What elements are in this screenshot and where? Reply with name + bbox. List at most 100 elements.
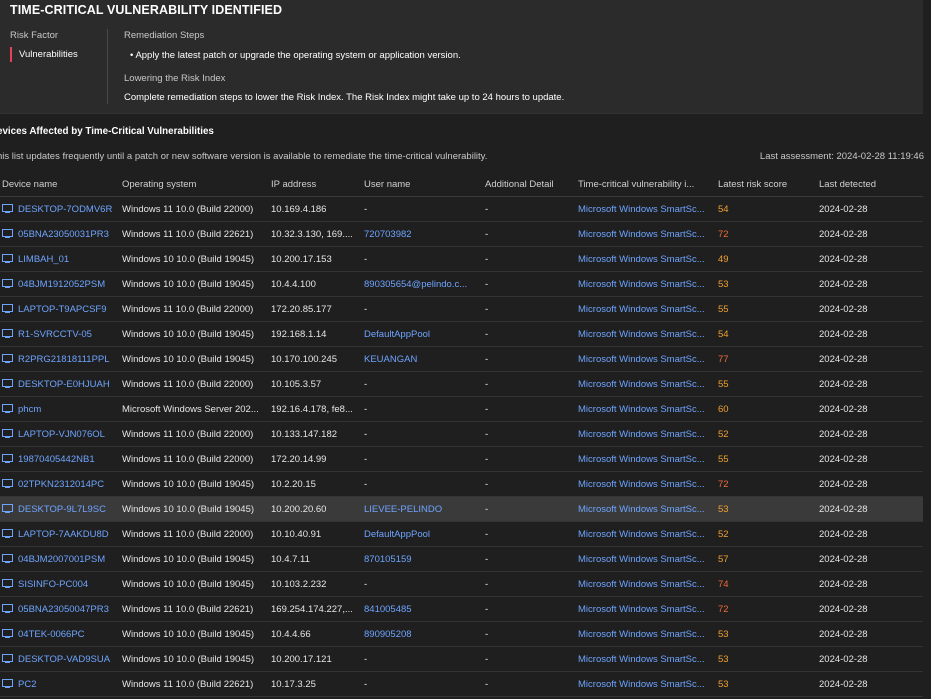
table-row[interactable]: 04BJM1912052PSM Windows 10 10.0 (Build 19… [0,272,923,297]
user-name-cell[interactable]: LIEVEE-PELINDO [364,504,482,515]
table-row[interactable]: R1-SVRCCTV-05 Windows 10 10.0 (Build 1904… [0,322,923,347]
header-risk-score[interactable]: Latest risk score [718,179,787,190]
header-user-name[interactable]: User name [364,179,410,190]
header-operating-system[interactable]: Operating system [122,179,196,190]
additional-detail-cell: - [485,654,489,665]
additional-detail-cell: - [485,579,489,590]
table-row[interactable]: SISINFO-PC004 Windows 10 10.0 (Build 1904… [0,572,923,597]
device-name-link[interactable]: LAPTOP-T9APCSF9 [18,304,118,315]
user-name-cell[interactable]: KEUANGAN [364,354,482,365]
device-name-link[interactable]: phcm [18,404,118,415]
device-name-link[interactable]: 04BJM2007001PSM [18,554,118,565]
table-row[interactable]: 05BNA23050031PR3 Windows 11 10.0 (Build 2… [0,222,923,247]
user-name-cell[interactable]: DefaultAppPool [364,329,482,340]
table-row[interactable]: DESKTOP-VAD9SUA Windows 10 10.0 (Build 19… [0,647,923,672]
ip-address-cell: 10.170.100.245 [271,354,338,365]
table-row[interactable]: PC2 Windows 11 10.0 (Build 22621) 10.17.3.… [0,672,923,697]
last-assessment: Last assessment: 2024-02-28 11:19:46 [759,151,924,162]
device-name-link[interactable]: PC2 [18,679,118,690]
device-name-link[interactable]: DESKTOP-E0HJUAH [18,379,118,390]
table-row[interactable]: DESKTOP-E0HJUAH Windows 11 10.0 (Build 22… [0,372,923,397]
device-name-link[interactable]: 05BNA23050031PR3 [18,229,118,240]
vulnerability-link[interactable]: Microsoft Windows SmartSc... [578,304,708,315]
device-name-link[interactable]: 05BNA23050047PR3 [18,604,118,615]
operating-system-cell: Windows 10 10.0 (Build 19045) [122,654,255,665]
vulnerability-link[interactable]: Microsoft Windows SmartSc... [578,254,708,265]
table-row[interactable]: 19870405442NB1 Windows 11 10.0 (Build 220… [0,447,923,472]
device-name-link[interactable]: 04TEK-0066PC [18,629,118,640]
vulnerability-link[interactable]: Microsoft Windows SmartSc... [578,354,708,365]
device-monitor-icon [2,354,14,364]
risk-score-cell: 72 [718,229,729,240]
additional-detail-cell: - [485,604,489,615]
header-vulnerability[interactable]: Time-critical vulnerability i... [578,179,694,190]
table-row[interactable]: LAPTOP-7AAKDU8D Windows 11 10.0 (Build 22… [0,522,923,547]
user-name-cell[interactable]: 841005485 [364,604,482,615]
vulnerability-link[interactable]: Microsoft Windows SmartSc... [578,454,708,465]
vulnerability-link[interactable]: Microsoft Windows SmartSc... [578,229,708,240]
user-name-cell[interactable]: DefaultAppPool [364,529,482,540]
vulnerability-link[interactable]: Microsoft Windows SmartSc... [578,529,708,540]
vulnerability-link[interactable]: Microsoft Windows SmartSc... [578,504,708,515]
user-name-cell: - [364,429,368,440]
last-detected-cell: 2024-02-28 [819,229,868,240]
table-row[interactable]: 04BJM2007001PSM Windows 10 10.0 (Build 19… [0,547,923,572]
vulnerability-link[interactable]: Microsoft Windows SmartSc... [578,629,708,640]
panel-title: TIME-CRITICAL VULNERABILITY IDENTIFIED [10,3,283,17]
device-name-link[interactable]: R2PRG21818111PPL [18,354,118,365]
device-name-link[interactable]: LAPTOP-7AAKDU8D [18,529,118,540]
additional-detail-cell: - [485,229,489,240]
vulnerability-link[interactable]: Microsoft Windows SmartSc... [578,679,708,690]
user-name-cell[interactable]: 890905208 [364,629,482,640]
device-name-link[interactable]: SISINFO-PC004 [18,579,118,590]
header-ip-address[interactable]: IP address [271,179,316,190]
vulnerability-link[interactable]: Microsoft Windows SmartSc... [578,579,708,590]
vulnerability-link[interactable]: Microsoft Windows SmartSc... [578,404,708,415]
table-row[interactable]: phcm Microsoft Windows Server 202... 192.1… [0,397,923,422]
table-row[interactable]: DESKTOP-7ODMV6R Windows 11 10.0 (Build 22… [0,197,923,222]
table-row[interactable]: R2PRG21818111PPL Windows 10 10.0 (Build 1… [0,347,923,372]
header-device-name[interactable]: Device name [2,179,57,190]
additional-detail-cell: - [485,454,489,465]
vulnerability-link[interactable]: Microsoft Windows SmartSc... [578,604,708,615]
device-name-link[interactable]: DESKTOP-VAD9SUA [18,654,118,665]
device-name-link[interactable]: 02TPKN2312014PC [18,479,118,490]
risk-score-cell: 53 [718,679,729,690]
table-row[interactable]: 04TEK-0066PC Windows 10 10.0 (Build 19045… [0,622,923,647]
last-detected-cell: 2024-02-28 [819,529,868,540]
last-detected-cell: 2024-02-28 [819,204,868,215]
table-row[interactable]: 05BNA23050047PR3 Windows 11 10.0 (Build 2… [0,597,923,622]
table-row[interactable]: LAPTOP-VJN076OL Windows 11 10.0 (Build 22… [0,422,923,447]
vulnerability-link[interactable]: Microsoft Windows SmartSc... [578,329,708,340]
table-row[interactable]: 02TPKN2312014PC Windows 10 10.0 (Build 19… [0,472,923,497]
header-additional-detail[interactable]: Additional Detail [485,179,554,190]
table-row[interactable]: DESKTOP-9L7L9SC Windows 10 10.0 (Build 19… [0,497,923,522]
vulnerability-link[interactable]: Microsoft Windows SmartSc... [578,654,708,665]
risk-score-cell: 55 [718,379,729,390]
vulnerability-link[interactable]: Microsoft Windows SmartSc... [578,554,708,565]
table-row[interactable]: LIMBAH_01 Windows 10 10.0 (Build 19045) 10… [0,247,923,272]
vulnerability-link[interactable]: Microsoft Windows SmartSc... [578,479,708,490]
operating-system-cell: Windows 11 10.0 (Build 22621) [122,229,254,240]
user-name-cell[interactable]: 890305654@pelindo.c... [364,279,482,290]
risk-factor-vulnerabilities[interactable]: Vulnerabilities [10,47,78,62]
device-name-link[interactable]: R1-SVRCCTV-05 [18,329,118,340]
table-row[interactable]: LAPTOP-T9APCSF9 Windows 11 10.0 (Build 22… [0,297,923,322]
device-name-link[interactable]: 19870405442NB1 [18,454,118,465]
vulnerability-link[interactable]: Microsoft Windows SmartSc... [578,429,708,440]
risk-score-cell: 57 [718,554,729,565]
device-name-link[interactable]: DESKTOP-9L7L9SC [18,504,118,515]
device-name-link[interactable]: LIMBAH_01 [18,254,118,265]
vulnerability-link[interactable]: Microsoft Windows SmartSc... [578,279,708,290]
vulnerability-link[interactable]: Microsoft Windows SmartSc... [578,379,708,390]
additional-detail-cell: - [485,529,489,540]
device-name-link[interactable]: 04BJM1912052PSM [18,279,118,290]
header-last-detected[interactable]: Last detected [819,179,876,190]
user-name-cell[interactable]: 720703982 [364,229,482,240]
user-name-cell[interactable]: 870105159 [364,554,482,565]
device-name-link[interactable]: LAPTOP-VJN076OL [18,429,118,440]
device-name-link[interactable]: DESKTOP-7ODMV6R [18,204,118,215]
risk-score-cell: 54 [718,204,729,215]
last-detected-cell: 2024-02-28 [819,629,868,640]
vulnerability-link[interactable]: Microsoft Windows SmartSc... [578,204,708,215]
